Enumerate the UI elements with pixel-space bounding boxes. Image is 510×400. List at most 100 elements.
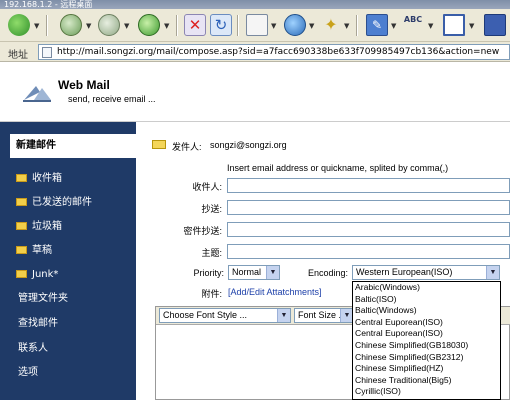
attach-label: 附件:: [201, 289, 222, 299]
font-style-select[interactable]: Choose Font Style ... ▼: [159, 308, 291, 323]
address-label: 地址: [8, 50, 28, 61]
encoding-option[interactable]: Cyrillic(ISO): [353, 386, 500, 398]
chevron-down-icon[interactable]: ▼: [391, 22, 396, 30]
layout-button[interactable]: [443, 14, 465, 37]
plus-icon: [8, 14, 30, 36]
priority-label: Priority:: [193, 268, 224, 278]
forward-button[interactable]: [98, 14, 120, 37]
encoding-option[interactable]: Central Euporean(ISO): [353, 317, 500, 329]
forward-arrow-icon: [98, 14, 120, 36]
folder-icon: [16, 198, 27, 206]
chevron-down-icon[interactable]: ▼: [469, 22, 474, 30]
url-input[interactable]: http://mail.songzi.org/mail/compose.asp?…: [38, 44, 510, 60]
sidebar-item-label: 已发送的邮件: [32, 197, 92, 208]
browser-toolbar: ▼ ▼ ▼ ▼ ✕ ↻ ▼ ▼ ✦ ▼ ✎ ▼ ABC ▼ ▼: [0, 9, 510, 42]
folder-icon: [16, 174, 27, 182]
chevron-down-icon[interactable]: ▼: [309, 22, 314, 30]
from-value: songzi@songzi.org: [210, 140, 287, 150]
subject-label: 主题:: [201, 248, 222, 258]
encoding-label: Encoding:: [307, 268, 348, 278]
encoding-dropdown-list[interactable]: Arabic(Windows) Baltic(ISO) Baltic(Windo…: [352, 281, 501, 400]
bcc-field[interactable]: [227, 222, 510, 237]
chevron-down-icon: ▼: [277, 309, 290, 322]
folder-icon: [16, 246, 27, 254]
toolbar-separator: [176, 15, 177, 36]
save-icon: [484, 14, 506, 36]
sidebar-item-label: 收件箱: [32, 173, 62, 184]
stop-button[interactable]: ✕: [184, 14, 206, 37]
subject-field[interactable]: [227, 244, 510, 259]
sidebar-item-junk[interactable]: Junk*: [16, 268, 58, 282]
chevron-down-icon[interactable]: ▼: [271, 22, 276, 30]
home-button[interactable]: [138, 14, 160, 37]
cc-field[interactable]: [227, 200, 510, 215]
encoding-option[interactable]: Baltic(Windows): [353, 305, 500, 317]
spellcheck-icon: ABC: [403, 15, 423, 24]
app-header: Web Mail send, receive email ...: [0, 62, 510, 122]
cc-label: 抄送:: [201, 204, 222, 214]
sidebar-item-compose[interactable]: 新建邮件: [10, 134, 136, 158]
font-style-value: Choose Font Style ...: [163, 310, 248, 320]
encoding-select[interactable]: Western European(ISO) ▼: [352, 265, 500, 280]
sidebar-item-inbox[interactable]: 收件箱: [16, 172, 62, 186]
chevron-down-icon: ▼: [486, 266, 499, 279]
encoding-option[interactable]: Chinese Simplified(GB18030): [353, 340, 500, 352]
sidebar-item-search[interactable]: 查找邮件: [18, 317, 58, 331]
recipient-hint: Insert email address or quickname, split…: [227, 163, 449, 173]
refresh-icon: ↻: [210, 14, 232, 36]
stop-icon: ✕: [184, 14, 206, 36]
to-field[interactable]: [227, 178, 510, 193]
sidebar-item-drafts[interactable]: 草稿: [16, 244, 52, 258]
sidebar-item-trash[interactable]: 垃圾箱: [16, 220, 62, 234]
priority-select[interactable]: Normal ▼: [228, 265, 280, 280]
priority-value: Normal: [232, 267, 262, 277]
toolbar-separator: [46, 15, 47, 36]
edit-button[interactable]: ✎: [366, 14, 388, 37]
mail-logo-icon: [23, 86, 51, 102]
edit-icon: ✎: [366, 14, 388, 36]
encoding-option[interactable]: Arabic(Windows): [353, 282, 500, 294]
chevron-down-icon[interactable]: ▼: [124, 22, 129, 30]
encoding-option[interactable]: Baltic(ISO): [353, 294, 500, 306]
chevron-down-icon[interactable]: ▼: [428, 22, 433, 30]
encoding-option[interactable]: Chinese Traditional(Big5): [353, 375, 500, 387]
back-button[interactable]: [60, 14, 82, 37]
magic-wand-button[interactable]: ✦: [320, 14, 342, 37]
app-title: Web Mail: [58, 78, 110, 92]
url-text: http://mail.songzi.org/mail/compose.asp?…: [57, 47, 500, 57]
sidebar-item-sent[interactable]: 已发送的邮件: [16, 196, 92, 210]
chevron-down-icon[interactable]: ▼: [344, 22, 349, 30]
app-subtitle: send, receive email ...: [68, 94, 156, 104]
toolbar-separator: [237, 15, 238, 36]
chevron-down-icon[interactable]: ▼: [34, 22, 39, 30]
chevron-down-icon[interactable]: ▼: [164, 22, 169, 30]
back-arrow-icon: [60, 14, 82, 36]
spellcheck-button[interactable]: ABC: [402, 14, 424, 37]
address-bar: 地址 http://mail.songzi.org/mail/compose.a…: [0, 42, 510, 62]
encoding-option[interactable]: Central Euporean(ISO): [353, 328, 500, 340]
encoding-option[interactable]: Chinese Simplified(GB2312): [353, 352, 500, 364]
page-button[interactable]: [246, 14, 268, 37]
from-label: 发件人:: [172, 142, 202, 152]
layout-icon: [443, 14, 465, 36]
toolbar-separator: [356, 15, 357, 36]
save-button[interactable]: [484, 14, 506, 37]
refresh-button[interactable]: ↻: [210, 14, 232, 37]
wand-icon: ✦: [324, 15, 338, 34]
encoding-value: Western European(ISO): [356, 267, 453, 277]
encoding-option[interactable]: Chinese Simplified(HZ): [353, 363, 500, 375]
envelope-icon: [152, 140, 166, 149]
new-window-button[interactable]: [8, 14, 30, 37]
page-icon: [246, 14, 268, 36]
sidebar-item-options[interactable]: 选项: [18, 366, 38, 380]
chevron-down-icon[interactable]: ▼: [86, 22, 91, 30]
globe-button[interactable]: [284, 14, 306, 37]
sidebar-item-manage-folders[interactable]: 管理文件夹: [18, 292, 68, 306]
bcc-label: 密件抄送:: [183, 226, 222, 236]
chevron-down-icon: ▼: [266, 266, 279, 279]
window-title: 192.168.1.2 - 远程桌面: [4, 0, 93, 9]
attachments-link[interactable]: [Add/Edit Attatchments]: [228, 287, 322, 297]
font-size-select[interactable]: Font Size ... ▼: [294, 308, 354, 323]
sidebar-item-label: 草稿: [32, 245, 52, 256]
sidebar-item-contacts[interactable]: 联系人: [18, 342, 48, 356]
